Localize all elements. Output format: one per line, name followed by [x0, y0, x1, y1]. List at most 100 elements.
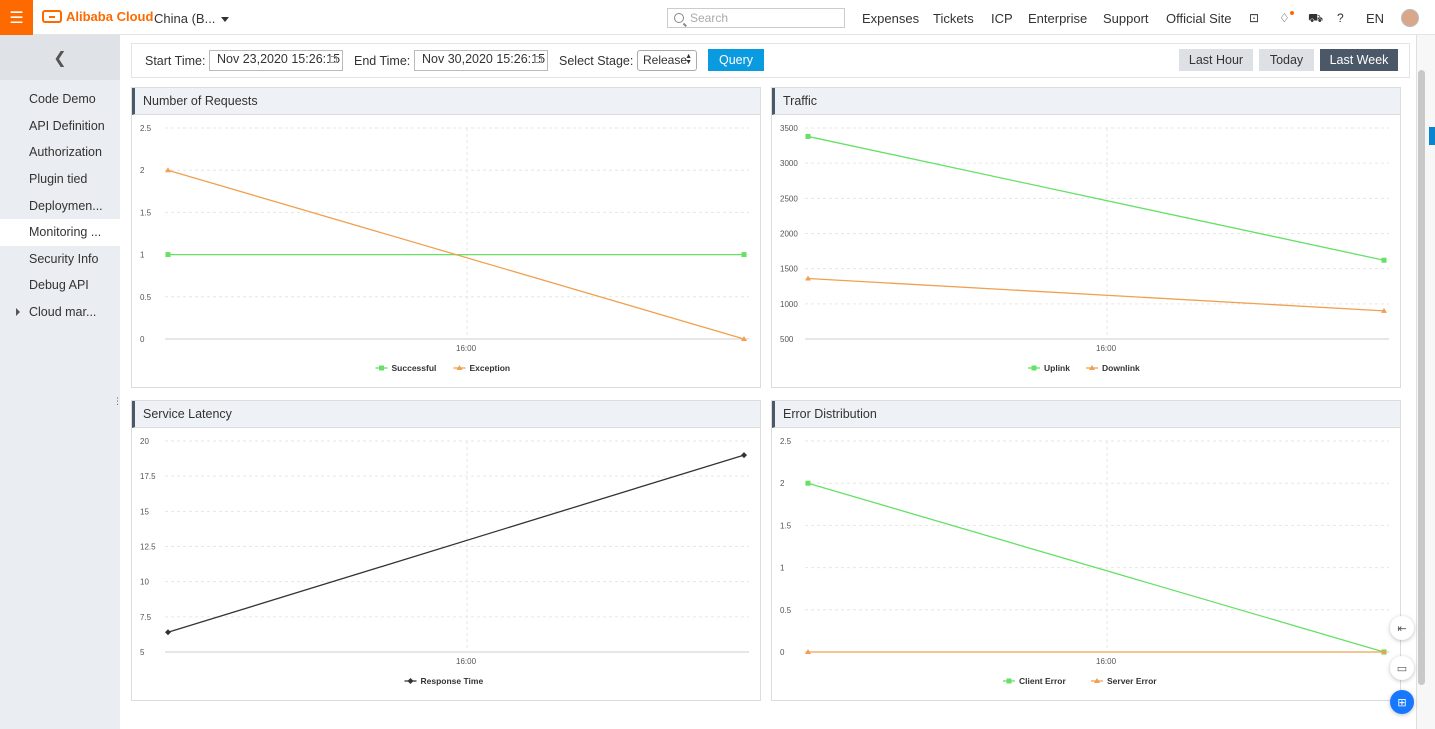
sidebar-item-label: Plugin tied [29, 172, 88, 187]
sidebar-menu: Code Demo API Definition Authorization P… [0, 80, 120, 325]
legend-label: Exception [470, 363, 511, 373]
y-tick-label: 0.5 [140, 293, 152, 302]
y-tick-label: 1.5 [140, 208, 152, 217]
filter-bar: Start Time: Nov 23,2020 15:26:15 End Tim… [131, 43, 1410, 78]
y-tick-label: 1.5 [780, 521, 792, 530]
data-point [741, 252, 747, 258]
nav-icp[interactable]: ICP [991, 11, 1013, 26]
requests-chart: 0 0.5 1 1.5 2 2.5 16:00 Successful Exception [140, 124, 749, 373]
sidebar-item-label: Security Info [29, 251, 99, 266]
sidebar-item-debug-api[interactable]: Debug API [0, 272, 120, 299]
sidebar-item-monitoring[interactable]: Monitoring ... [0, 218, 120, 246]
sidebar: ❮ Code Demo API Definition Authorization… [0, 35, 131, 729]
nav-tickets[interactable]: Tickets [933, 11, 974, 26]
stage-select[interactable]: Release ▲ ▼ [637, 50, 697, 71]
chat-icon[interactable]: ▭ [1390, 656, 1414, 680]
y-tick-label: 1 [780, 564, 785, 573]
sidebar-item-security-info[interactable]: Security Info [0, 246, 120, 273]
search-icon [674, 13, 684, 23]
y-tick-label: 2000 [780, 230, 798, 239]
end-time-input[interactable]: Nov 30,2020 15:26:15 [414, 50, 548, 71]
y-tick-label: 2.5 [780, 437, 792, 446]
y-tick-label: 0.5 [780, 606, 792, 615]
top-navigation-bar: ☰ Alibaba Cloud China (B... Expenses Tic… [0, 0, 1435, 35]
panel-title: Traffic [772, 88, 1400, 115]
legend-label: Client Error [1019, 676, 1066, 686]
sidebar-item-label: Code Demo [29, 92, 96, 107]
start-time-value: Nov 23,2020 15:26:15 [217, 52, 341, 66]
sidebar-item-label: API Definition [29, 118, 105, 133]
terminal-icon[interactable]: ⊡ [1249, 11, 1259, 25]
hamburger-icon: ☰ [9, 9, 24, 27]
caret-right-icon [16, 308, 20, 317]
traffic-panel: Traffic 500 1000 1500 2000 2500 3000 3500 16:00… [771, 87, 1401, 388]
y-tick-label: 2.5 [140, 124, 152, 133]
main-content: Start Time: Nov 23,2020 15:26:15 End Tim… [120, 35, 1416, 729]
last-week-button[interactable]: Last Week [1320, 49, 1398, 71]
panel-title: Error Distribution [772, 401, 1400, 428]
nav-enterprise[interactable]: Enterprise [1028, 11, 1087, 26]
avatar[interactable] [1401, 9, 1419, 27]
bell-icon[interactable]: ♢ [1279, 11, 1290, 25]
sidebar-item-authorization[interactable]: Authorization [0, 139, 120, 166]
legend-label: Downlink [1102, 363, 1140, 373]
y-tick-label: 15 [140, 507, 149, 516]
end-time-value: Nov 30,2020 15:26:15 [422, 52, 546, 66]
alibaba-cloud-logo[interactable]: Alibaba Cloud [42, 9, 153, 24]
data-point [805, 133, 811, 139]
y-tick-label: 3000 [780, 159, 798, 168]
hamburger-menu-button[interactable]: ☰ [0, 0, 33, 35]
end-time-label: End Time: [354, 54, 411, 68]
cart-icon[interactable]: ⛟ [1308, 11, 1323, 27]
legend-marker [1006, 678, 1012, 684]
y-tick-label: 17.5 [140, 472, 156, 481]
today-button[interactable]: Today [1259, 49, 1314, 71]
stage-value: Release [643, 53, 688, 67]
nav-expenses[interactable]: Expenses [862, 11, 919, 26]
y-tick-label: 3500 [780, 124, 798, 133]
latency-chart: 5 7.5 10 12.5 15 17.5 20 16:00 Response Time [140, 437, 749, 686]
y-tick-label: 2500 [780, 194, 798, 203]
vertical-scrollbar[interactable] [1418, 70, 1425, 685]
y-tick-label: 10 [140, 578, 149, 587]
nav-support[interactable]: Support [1103, 11, 1149, 26]
collapse-panel-icon[interactable]: ⇤ [1390, 616, 1414, 640]
start-time-input[interactable]: Nov 23,2020 15:26:15 [209, 50, 343, 71]
apps-icon[interactable]: ⊞ [1390, 690, 1414, 714]
legend-marker [1031, 365, 1037, 371]
y-tick-label: 20 [140, 437, 149, 446]
help-icon[interactable]: ? [1337, 11, 1344, 25]
region-selector[interactable]: China (B... [154, 11, 230, 26]
search-box[interactable] [667, 8, 845, 28]
language-switch[interactable]: EN [1366, 11, 1384, 26]
sidebar-item-code-demo[interactable]: Code Demo [0, 86, 120, 113]
latency-panel: Service Latency 5 7.5 10 12.5 15 17.5 20 16:00 R… [131, 400, 761, 701]
requests-panel: Number of Requests 0 0.5 1 1.5 2 2.5 16:00 Succ… [131, 87, 761, 388]
legend-label: Response Time [421, 676, 484, 686]
y-tick-label: 12.5 [140, 543, 156, 552]
y-tick-label: 2 [140, 166, 145, 175]
sidebar-item-label: Deploymen... [29, 198, 103, 213]
query-button[interactable]: Query [708, 49, 764, 71]
search-input[interactable] [690, 11, 840, 25]
last-hour-button[interactable]: Last Hour [1179, 49, 1253, 71]
sidebar-item-cloud-market[interactable]: Cloud mar... [0, 299, 120, 326]
y-tick-label: 0 [780, 648, 785, 657]
sidebar-item-api-definition[interactable]: API Definition [0, 113, 120, 140]
legend-marker [407, 678, 414, 684]
legend-label: Server Error [1107, 676, 1157, 686]
series-line [167, 454, 745, 633]
sidebar-item-plugin-tied[interactable]: Plugin tied [0, 166, 120, 193]
back-button[interactable]: ❮ [0, 35, 120, 80]
x-tick-label: 16:00 [1096, 344, 1117, 353]
sidebar-item-label: Debug API [29, 278, 89, 293]
x-tick-label: 16:00 [456, 344, 477, 353]
y-tick-label: 0 [140, 335, 145, 344]
sidebar-item-deployment[interactable]: Deploymen... [0, 192, 120, 219]
nav-official-site[interactable]: Official Site [1166, 11, 1232, 26]
data-point [165, 629, 171, 636]
series-line [807, 277, 1385, 312]
traffic-chart: 500 1000 1500 2000 2500 3000 3500 16:00 Uplink Do… [780, 124, 1389, 373]
errors-panel: Error Distribution 0 0.5 1 1.5 2 2.5 16:00 Clie… [771, 400, 1401, 701]
errors-chart: 0 0.5 1 1.5 2 2.5 16:00 Client Error Server Erro… [780, 437, 1389, 686]
